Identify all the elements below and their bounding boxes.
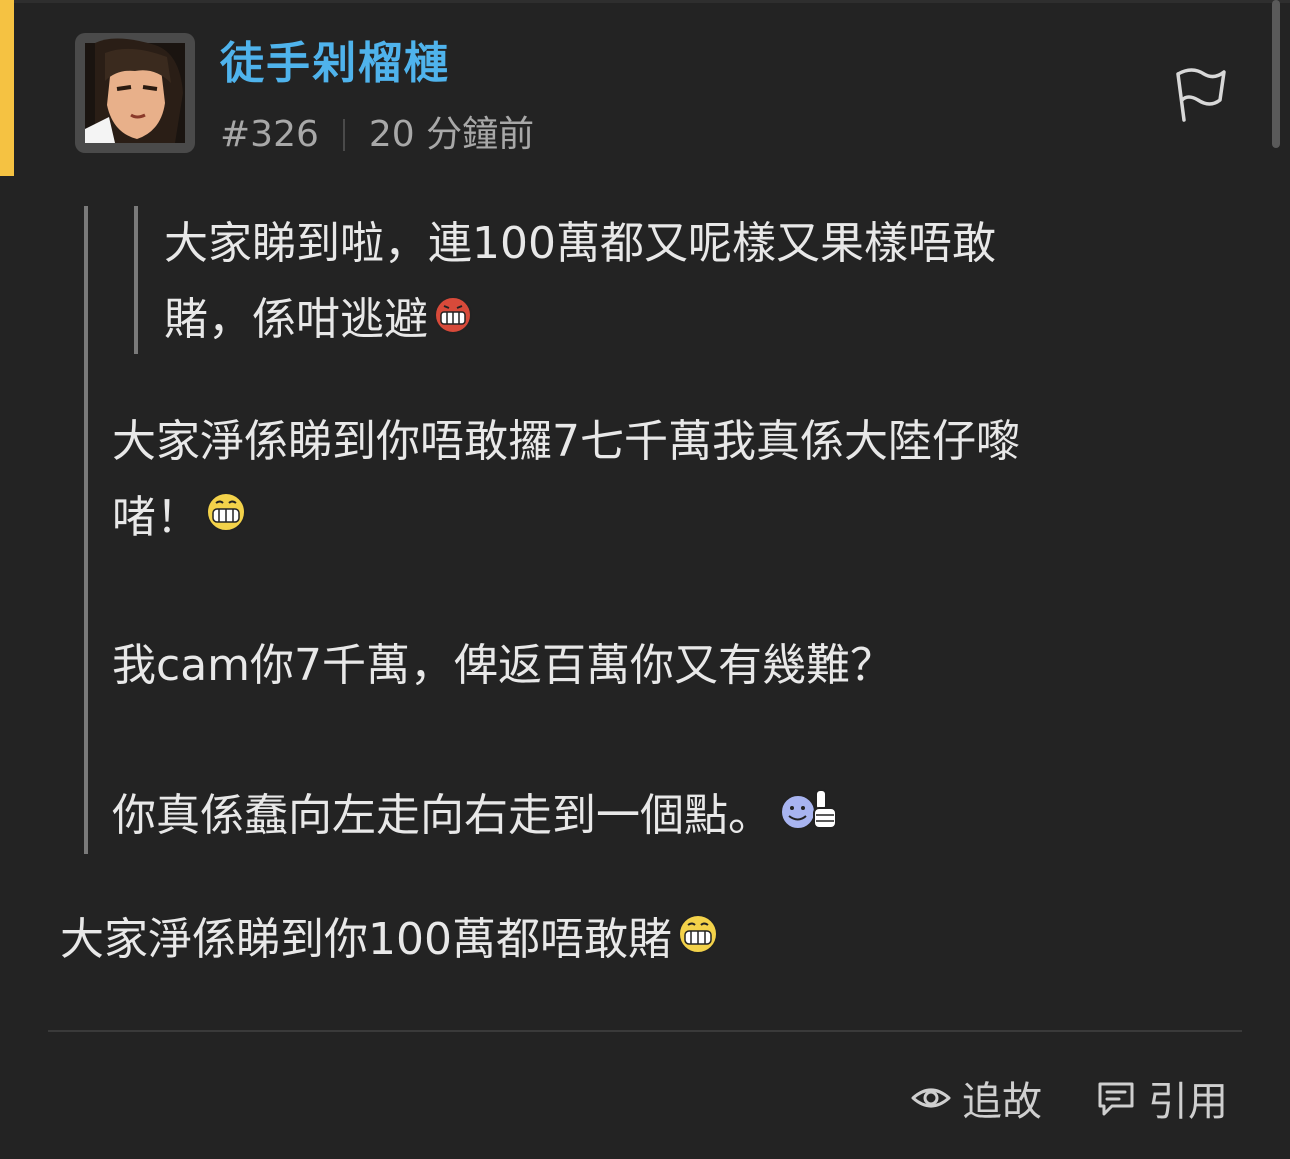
- post-time: 20 分鐘前: [368, 114, 535, 155]
- outer-quote-line-3: 我cam你7千萬，俾返百萬你又有幾難？: [112, 640, 895, 691]
- thumbs-up-emoji-icon: [776, 780, 842, 856]
- meta-separator: [342, 119, 345, 151]
- outer-quote-line-4-row: 你真係蠢向左走向右走到一個點。: [112, 778, 842, 856]
- reply-text: 大家淨係睇到你100萬都唔敢賭: [60, 914, 672, 965]
- inner-quote-line-2-row: 賭，係咁逃避: [164, 282, 474, 360]
- quote-label: 引用: [1148, 1079, 1228, 1125]
- follow-button[interactable]: 追故: [910, 1068, 1042, 1128]
- accent-bar: [0, 0, 14, 176]
- outer-quote-line-2: 啫！: [112, 492, 200, 543]
- flag-icon[interactable]: [1170, 60, 1230, 124]
- outer-quote-line-2-row: 啫！: [112, 480, 248, 558]
- scrollbar[interactable]: [1272, 0, 1280, 148]
- quote-button[interactable]: 引用: [1094, 1068, 1228, 1128]
- grin-emoji-icon: [432, 284, 474, 360]
- post-card: 徒手剁榴槤 #326 20 分鐘前 大家睇到啦，連100萬都又呢樣又果樣唔敢 賭…: [0, 0, 1290, 1159]
- outer-quote-line-1: 大家淨係睇到你唔敢攞7七千萬我真係大陸仔嚟: [112, 416, 1020, 467]
- follow-label: 追故: [962, 1079, 1042, 1125]
- post-meta: #326 20 分鐘前: [220, 112, 534, 158]
- laugh-emoji-icon: [676, 904, 720, 980]
- inner-quote-line-2: 賭，係咁逃避: [164, 294, 428, 345]
- avatar[interactable]: [75, 33, 195, 153]
- top-border: [0, 0, 1290, 3]
- laugh-emoji-icon: [204, 482, 248, 558]
- quote-icon: [1098, 1082, 1134, 1116]
- reply-text-row: 大家淨係睇到你100萬都唔敢賭: [60, 902, 720, 980]
- inner-quote-line-1: 大家睇到啦，連100萬都又呢樣又果樣唔敢: [164, 218, 996, 269]
- post-number: #326: [220, 114, 319, 155]
- inner-quote-bar: [134, 206, 138, 354]
- username[interactable]: 徒手剁榴槤: [220, 36, 450, 92]
- outer-quote-line-4: 你真係蠢向左走向右走到一個點。: [112, 790, 772, 841]
- outer-quote-bar: [84, 206, 88, 854]
- eye-icon: [911, 1088, 951, 1108]
- divider: [48, 1030, 1242, 1032]
